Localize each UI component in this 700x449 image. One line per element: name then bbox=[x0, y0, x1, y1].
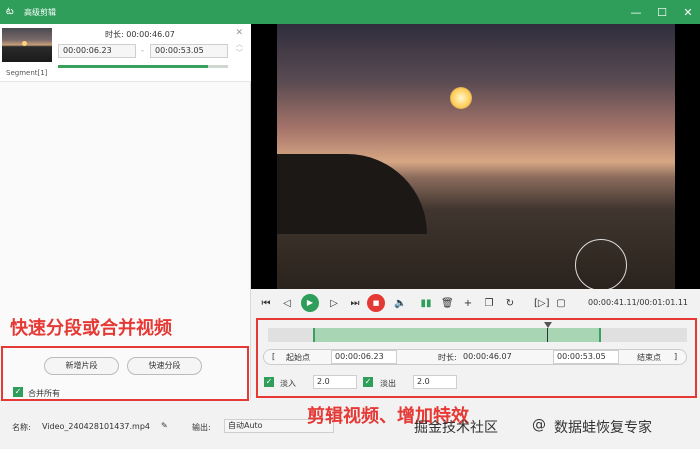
watermark-brand: 数据蛙恢复专家 bbox=[554, 420, 652, 436]
trim-duration-label: 时长: bbox=[438, 353, 457, 362]
end-point-button[interactable]: 结束点 bbox=[637, 352, 661, 363]
stop-button[interactable]: ■ bbox=[367, 294, 385, 312]
video-sun bbox=[450, 87, 472, 109]
fade-out-checkbox[interactable]: ✓ bbox=[363, 377, 373, 387]
skip-end-icon[interactable]: ⏭ bbox=[349, 298, 361, 309]
close-icon[interactable]: ✕ bbox=[682, 6, 694, 19]
player-controls: ⏮ ◁ ▶ ▷ ⏭ ■ 🔈 ▮▮ 🗑 + ❐ ↻ [▷] ▢ 00:00:41.… bbox=[251, 289, 700, 317]
window-controls: — ☐ ✕ bbox=[630, 0, 694, 24]
playhead-marker[interactable] bbox=[544, 322, 552, 328]
segment-separator: - bbox=[141, 46, 144, 55]
timeline[interactable] bbox=[268, 322, 687, 342]
file-name: Video_240428101437.mp4 bbox=[42, 422, 150, 431]
fade-in-label: 淡入 bbox=[280, 379, 296, 388]
trim-duration-value: 00:00:46.07 bbox=[463, 352, 512, 361]
video-preview[interactable] bbox=[251, 24, 700, 291]
trim-start-field[interactable]: 00:00:06.23 bbox=[331, 350, 397, 364]
playhead-line bbox=[547, 328, 548, 342]
next-frame-icon[interactable]: ▷ bbox=[328, 298, 340, 309]
timeline-selection[interactable] bbox=[313, 328, 601, 342]
minimize-icon[interactable]: — bbox=[630, 6, 642, 19]
video-frame bbox=[277, 24, 675, 291]
output-label: 输出: bbox=[192, 423, 211, 432]
copy-icon[interactable]: ❐ bbox=[483, 298, 495, 309]
bracket-open: [ bbox=[272, 352, 276, 361]
app-logo-icon: ట bbox=[6, 6, 14, 17]
segment-item[interactable]: Segment[1] 时长: 00:00:46.07 00:00:06.23 -… bbox=[0, 24, 251, 82]
segment-end-field[interactable]: 00:00:53.05 bbox=[150, 44, 228, 58]
delete-icon[interactable]: 🗑 bbox=[441, 298, 454, 309]
annotation-left: 快速分段或合并视频 bbox=[10, 318, 172, 339]
start-point-button[interactable]: 起始点 bbox=[286, 352, 310, 363]
play-button[interactable]: ▶ bbox=[301, 294, 319, 312]
player-timecode: 00:00:41.11/00:01:01.11 bbox=[588, 298, 688, 307]
watermark-community: 掘金技术社区 bbox=[414, 420, 498, 436]
volume-icon[interactable]: 🔈 bbox=[394, 298, 406, 309]
add-icon[interactable]: + bbox=[462, 298, 474, 309]
video-hill bbox=[277, 154, 427, 234]
add-segment-button[interactable]: 新增片段 bbox=[44, 357, 119, 375]
trim-end-field[interactable]: 00:00:53.05 bbox=[553, 350, 619, 364]
prev-frame-icon[interactable]: ◁ bbox=[281, 298, 293, 309]
reset-icon[interactable]: ↻ bbox=[504, 298, 516, 309]
segment-thumbnail bbox=[2, 28, 52, 62]
name-label: 名称: bbox=[12, 423, 31, 432]
bracket-close: ] bbox=[674, 352, 678, 361]
skip-start-icon[interactable]: ⏮ bbox=[260, 298, 272, 309]
mark-in-icon[interactable]: [▷] bbox=[534, 298, 550, 309]
segment-progress bbox=[58, 65, 228, 68]
snapshot-icon[interactable]: ▢ bbox=[555, 298, 567, 309]
title-bar: ట 高级剪辑 — ☐ ✕ bbox=[0, 0, 700, 24]
fade-out-label: 淡出 bbox=[380, 379, 396, 388]
cursor-indicator bbox=[575, 239, 627, 291]
fade-in-checkbox[interactable]: ✓ bbox=[264, 377, 274, 387]
maximize-icon[interactable]: ☐ bbox=[656, 6, 668, 19]
split-icon[interactable]: ▮▮ bbox=[420, 298, 432, 309]
fade-in-field[interactable]: 2.0 bbox=[313, 375, 357, 389]
segment-duration: 时长: 00:00:46.07 bbox=[105, 30, 175, 39]
merge-all-checkbox[interactable]: ✓ bbox=[13, 387, 23, 397]
merge-all-label: 合并所有 bbox=[28, 389, 60, 398]
segment-panel: Segment[1] 时长: 00:00:46.07 00:00:06.23 -… bbox=[0, 24, 251, 399]
segment-label: Segment[1] bbox=[6, 69, 48, 77]
segment-start-field[interactable]: 00:00:06.23 bbox=[58, 44, 136, 58]
quick-split-button[interactable]: 快速分段 bbox=[127, 357, 202, 375]
watermark-at: @ bbox=[532, 417, 546, 433]
edit-name-icon[interactable]: ✎ bbox=[161, 421, 168, 430]
segment-reorder-icon[interactable]: ︿ ﹀ bbox=[236, 40, 243, 58]
fade-out-field[interactable]: 2.0 bbox=[413, 375, 457, 389]
window-title: 高级剪辑 bbox=[24, 7, 56, 17]
segment-close-icon[interactable]: ✕ bbox=[235, 28, 243, 38]
